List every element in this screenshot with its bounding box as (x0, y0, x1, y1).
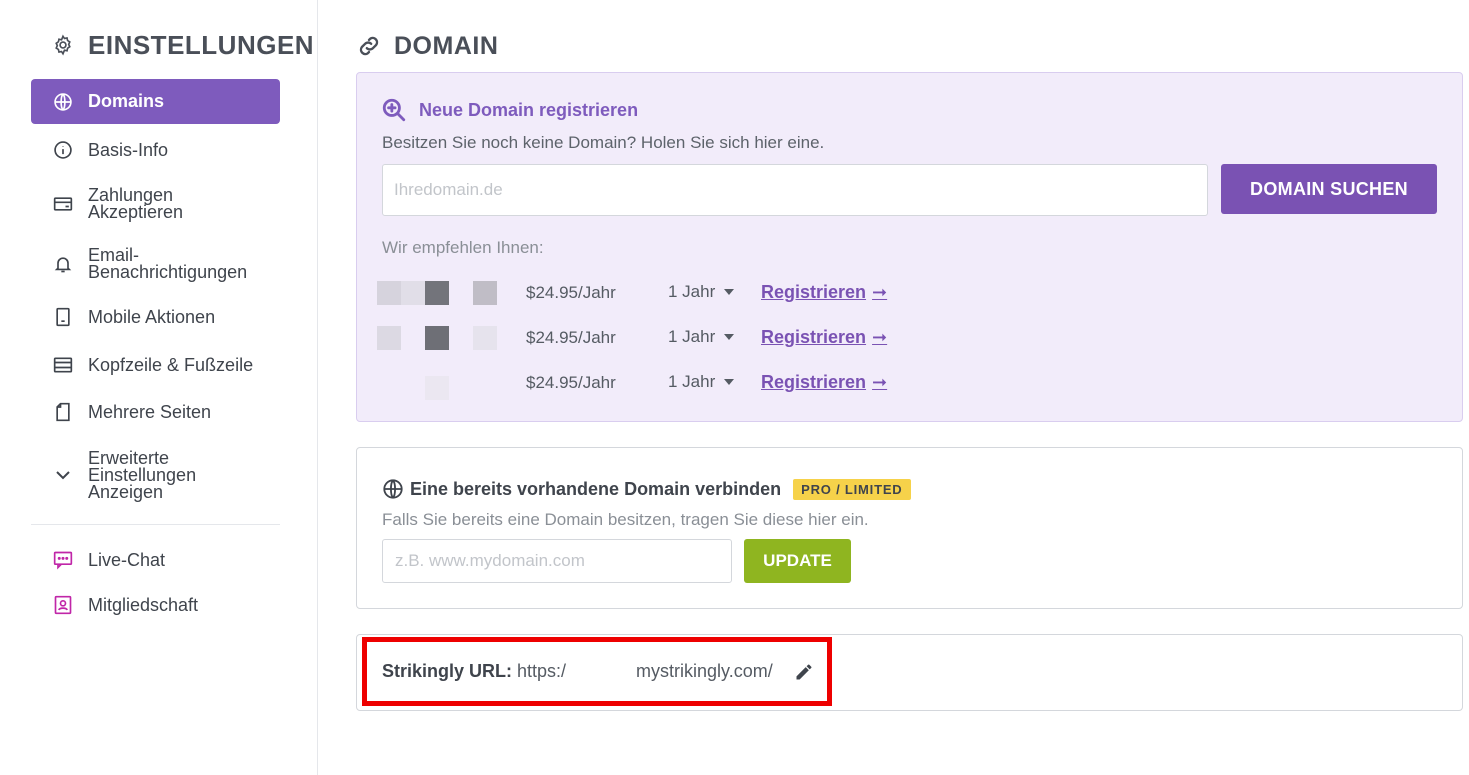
update-button[interactable]: UPDATE (744, 539, 851, 583)
sidebar-item-label: Mobile Aktionen (88, 306, 216, 327)
mobile-icon (52, 306, 74, 328)
suggestion-row: $24.95/Jahr 1 Jahr Registrieren ➞ (377, 368, 937, 400)
sidebar-item-label: Mehrere Seiten (88, 401, 212, 422)
redacted-domain-block (425, 326, 449, 350)
connect-heading: Eine bereits vorhandene Domain verbinden… (382, 478, 911, 500)
register-link[interactable]: Registrieren ➞ (761, 282, 887, 303)
sidebar-item-label: Mitgliedschaft (88, 594, 199, 615)
years-select[interactable]: 1 Jahr (668, 282, 735, 302)
membership-icon (52, 594, 74, 616)
register-link-label: Registrieren (761, 327, 867, 347)
register-link[interactable]: Registrieren ➞ (761, 372, 887, 393)
sidebar-item-mobile-actions[interactable]: Mobile Aktionen (31, 303, 280, 331)
pencil-icon[interactable] (794, 662, 814, 682)
redacted-domain-block (473, 281, 497, 305)
sidebar-item-basis-info[interactable]: Basis-Info (31, 136, 280, 164)
suggestion-price: $24.95/Jahr (526, 373, 616, 392)
sidebar-item-payments[interactable]: Zahlungen Akzeptieren (31, 186, 280, 222)
register-link[interactable]: Registrieren ➞ (761, 327, 887, 348)
connect-subtitle: Falls Sie bereits eine Domain besitzen, … (382, 510, 869, 529)
register-link-label: Registrieren (761, 282, 867, 302)
page-title: DOMAIN (356, 30, 498, 62)
bell-icon (52, 253, 74, 275)
sidebar-item-advanced-settings[interactable]: Erweiterte Einstellungen Anzeigen (31, 448, 280, 502)
sidebar-item-membership[interactable]: Mitgliedschaft (31, 591, 280, 619)
register-domain-panel: Neue Domain registrieren Besitzen Sie no… (356, 72, 1463, 422)
search-plus-icon (382, 98, 406, 122)
strikingly-url: Strikingly URL: https:/ mystrikingly.com… (382, 661, 773, 682)
sidebar-item-multiple-pages[interactable]: Mehrere Seiten (31, 398, 280, 426)
caret-down-icon (724, 334, 735, 340)
pro-limited-badge: PRO / LIMITED (793, 478, 911, 500)
caret-down-icon (724, 379, 735, 385)
register-heading: Neue Domain registrieren (381, 97, 638, 123)
sidebar-item-label: Domains (88, 91, 165, 111)
recommend-label: Wir empfehlen Ihnen: (382, 238, 544, 257)
suggestion-row: $24.95/Jahr 1 Jahr Registrieren ➞ (377, 323, 937, 353)
sidebar-divider (31, 524, 280, 525)
pages-icon (52, 401, 74, 423)
globe-icon (383, 479, 403, 499)
connect-domain-panel: Eine bereits vorhandene Domain verbinden… (356, 447, 1463, 609)
register-subtitle: Besitzen Sie noch keine Domain? Holen Si… (382, 133, 825, 152)
sidebar-item-label: Email-Benachrichtigungen (88, 245, 248, 282)
sidebar-item-label: Basis-Info (88, 139, 169, 160)
years-select-value: 1 Jahr (668, 327, 716, 346)
redacted-domain-block (377, 326, 401, 350)
years-select-value: 1 Jahr (668, 372, 716, 391)
globe-icon (52, 91, 74, 113)
sidebar-item-header-footer[interactable]: Kopfzeile & Fußzeile (31, 351, 280, 379)
years-select[interactable]: 1 Jahr (668, 372, 735, 392)
redacted-domain-block (425, 376, 449, 400)
page-title-text: DOMAIN (394, 31, 499, 60)
sidebar-item-label: Live-Chat (88, 549, 166, 570)
suggestion-price: $24.95/Jahr (526, 283, 616, 302)
redacted-domain-block (473, 326, 497, 350)
redacted-domain-block (425, 281, 449, 305)
sidebar-title-text: EINSTELLUNGEN (88, 29, 315, 60)
register-title: Neue Domain registrieren (419, 99, 639, 120)
domain-search-input[interactable] (382, 164, 1208, 216)
sidebar-title: EINSTELLUNGEN (52, 28, 314, 62)
sidebar-item-label: Zahlungen Akzeptieren (88, 185, 184, 222)
register-link-label: Registrieren (761, 372, 867, 392)
settings-sidebar: EINSTELLUNGEN Domains Basis-Info Zahlung… (0, 0, 318, 775)
link-icon (359, 36, 379, 56)
header-footer-icon (52, 354, 74, 376)
strikingly-url-prefix: https:/ (517, 661, 567, 681)
sidebar-item-label: Kopfzeile & Fußzeile (88, 354, 254, 375)
arrow-right-icon: ➞ (872, 282, 888, 302)
arrow-right-icon: ➞ (872, 327, 888, 347)
sidebar-item-domains[interactable]: Domains (31, 79, 280, 124)
arrow-right-icon: ➞ (872, 372, 888, 392)
strikingly-url-label: Strikingly URL: (382, 661, 513, 681)
years-select[interactable]: 1 Jahr (668, 327, 735, 347)
sidebar-item-label: Erweiterte Einstellungen Anzeigen (88, 447, 197, 502)
chat-icon (52, 549, 74, 571)
redacted-domain-block (377, 281, 401, 305)
payment-card-icon (52, 193, 74, 215)
suggestion-row: $24.95/Jahr 1 Jahr Registrieren ➞ (377, 278, 937, 308)
strikingly-url-suffix: mystrikingly.com/ (636, 661, 773, 681)
domain-search-button[interactable]: DOMAIN SUCHEN (1221, 164, 1437, 214)
gear-icon (55, 34, 71, 56)
sidebar-item-email-notifications[interactable]: Email-Benachrichtigungen (31, 246, 280, 282)
connect-title: Eine bereits vorhandene Domain verbinden (410, 478, 782, 499)
suggestion-price: $24.95/Jahr (526, 328, 616, 347)
years-select-value: 1 Jahr (668, 282, 716, 301)
sidebar-item-live-chat[interactable]: Live-Chat (31, 546, 280, 574)
existing-domain-input[interactable] (382, 539, 732, 583)
chevron-down-icon (52, 464, 74, 486)
redacted-domain-block (401, 281, 425, 305)
caret-down-icon (724, 289, 735, 295)
info-icon (52, 139, 74, 161)
